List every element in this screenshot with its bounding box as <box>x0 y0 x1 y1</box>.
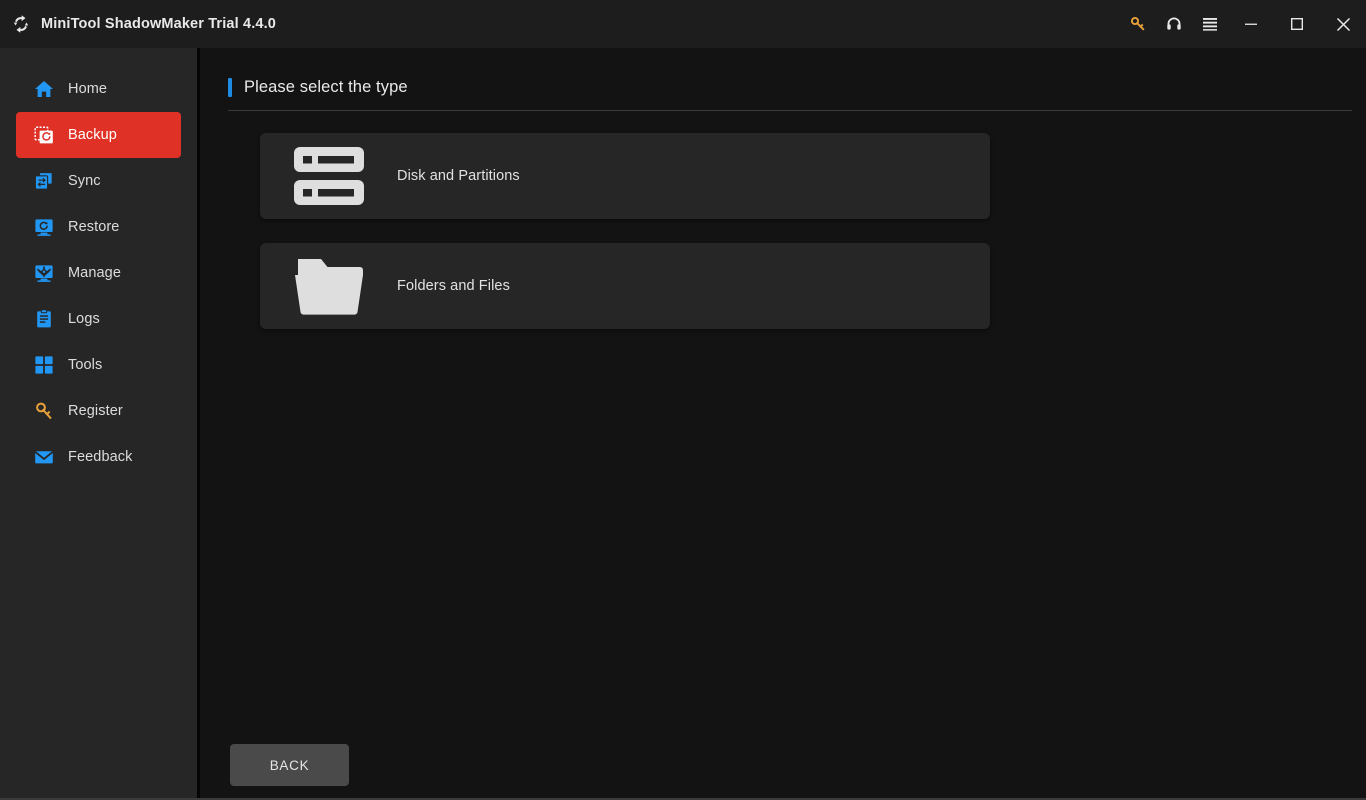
window-controls <box>1120 0 1366 48</box>
title-bar: MiniTool ShadowMaker Trial 4.4.0 <box>0 0 1366 48</box>
key-icon <box>33 401 54 422</box>
headset-icon-button[interactable] <box>1156 0 1192 48</box>
backup-type-folders-and-files[interactable]: Folders and Files <box>260 243 990 329</box>
sidebar: Home Backup Sync Restore Manage Logs Too… <box>0 48 200 798</box>
sidebar-nav-secondary: Register Feedback <box>0 388 197 480</box>
main-content: Please select the type Disk and Partitio… <box>200 48 1366 798</box>
title-bar-left: MiniTool ShadowMaker Trial 4.4.0 <box>10 13 276 35</box>
minimize-icon <box>1244 17 1258 31</box>
backup-icon <box>33 125 54 146</box>
key-icon-button[interactable] <box>1120 0 1156 48</box>
sidebar-item-label: Feedback <box>68 449 133 465</box>
backup-type-label: Folders and Files <box>397 278 510 294</box>
sidebar-item-manage[interactable]: Manage <box>16 250 181 296</box>
headset-icon <box>1166 16 1182 32</box>
sidebar-item-restore[interactable]: Restore <box>16 204 181 250</box>
sidebar-item-label: Register <box>68 403 123 419</box>
application-window: MiniTool ShadowMaker Trial 4.4.0 Home Ba… <box>0 0 1366 800</box>
hamburger-menu-icon <box>1202 17 1218 31</box>
sidebar-item-label: Sync <box>68 173 101 189</box>
back-button[interactable]: BACK <box>230 744 349 786</box>
page-header: Please select the type <box>228 78 1352 111</box>
sidebar-item-logs[interactable]: Logs <box>16 296 181 342</box>
sidebar-item-backup[interactable]: Backup <box>16 112 181 158</box>
page-title: Please select the type <box>244 78 408 96</box>
sidebar-item-label: Tools <box>68 357 103 373</box>
hamburger-menu-button[interactable] <box>1192 0 1228 48</box>
sidebar-item-label: Home <box>68 81 108 97</box>
sidebar-item-label: Logs <box>68 311 100 327</box>
sync-icon <box>33 171 54 192</box>
minimize-button[interactable] <box>1228 0 1274 48</box>
sidebar-item-feedback[interactable]: Feedback <box>16 434 181 480</box>
backup-type-disk-and-partitions[interactable]: Disk and Partitions <box>260 133 990 219</box>
sidebar-item-sync[interactable]: Sync <box>16 158 181 204</box>
app-title: MiniTool ShadowMaker Trial 4.4.0 <box>41 16 276 32</box>
sidebar-item-home[interactable]: Home <box>16 66 181 112</box>
disk-partitions-icon <box>291 145 367 207</box>
logs-icon <box>33 309 54 330</box>
envelope-icon <box>33 447 54 468</box>
close-button[interactable] <box>1320 0 1366 48</box>
maximize-icon <box>1290 17 1304 31</box>
home-icon <box>33 79 54 100</box>
backup-type-list: Disk and Partitions Folders and Files <box>228 133 1352 353</box>
sidebar-item-label: Restore <box>68 219 120 235</box>
sidebar-item-label: Backup <box>68 127 117 143</box>
close-icon <box>1336 17 1351 32</box>
manage-icon <box>33 263 54 284</box>
maximize-button[interactable] <box>1274 0 1320 48</box>
sidebar-item-tools[interactable]: Tools <box>16 342 181 388</box>
sidebar-item-label: Manage <box>68 265 121 281</box>
content-footer: BACK <box>228 744 1352 798</box>
restore-icon <box>33 217 54 238</box>
window-body: Home Backup Sync Restore Manage Logs Too… <box>0 48 1366 798</box>
header-accent-bar <box>228 78 232 97</box>
key-icon <box>1130 16 1146 32</box>
refresh-arrows-logo-icon <box>10 13 32 35</box>
sidebar-item-register[interactable]: Register <box>16 388 181 434</box>
folder-icon <box>291 255 367 317</box>
backup-type-label: Disk and Partitions <box>397 168 520 184</box>
tools-icon <box>33 355 54 376</box>
sidebar-nav-primary: Home Backup Sync Restore Manage Logs Too… <box>0 66 197 388</box>
